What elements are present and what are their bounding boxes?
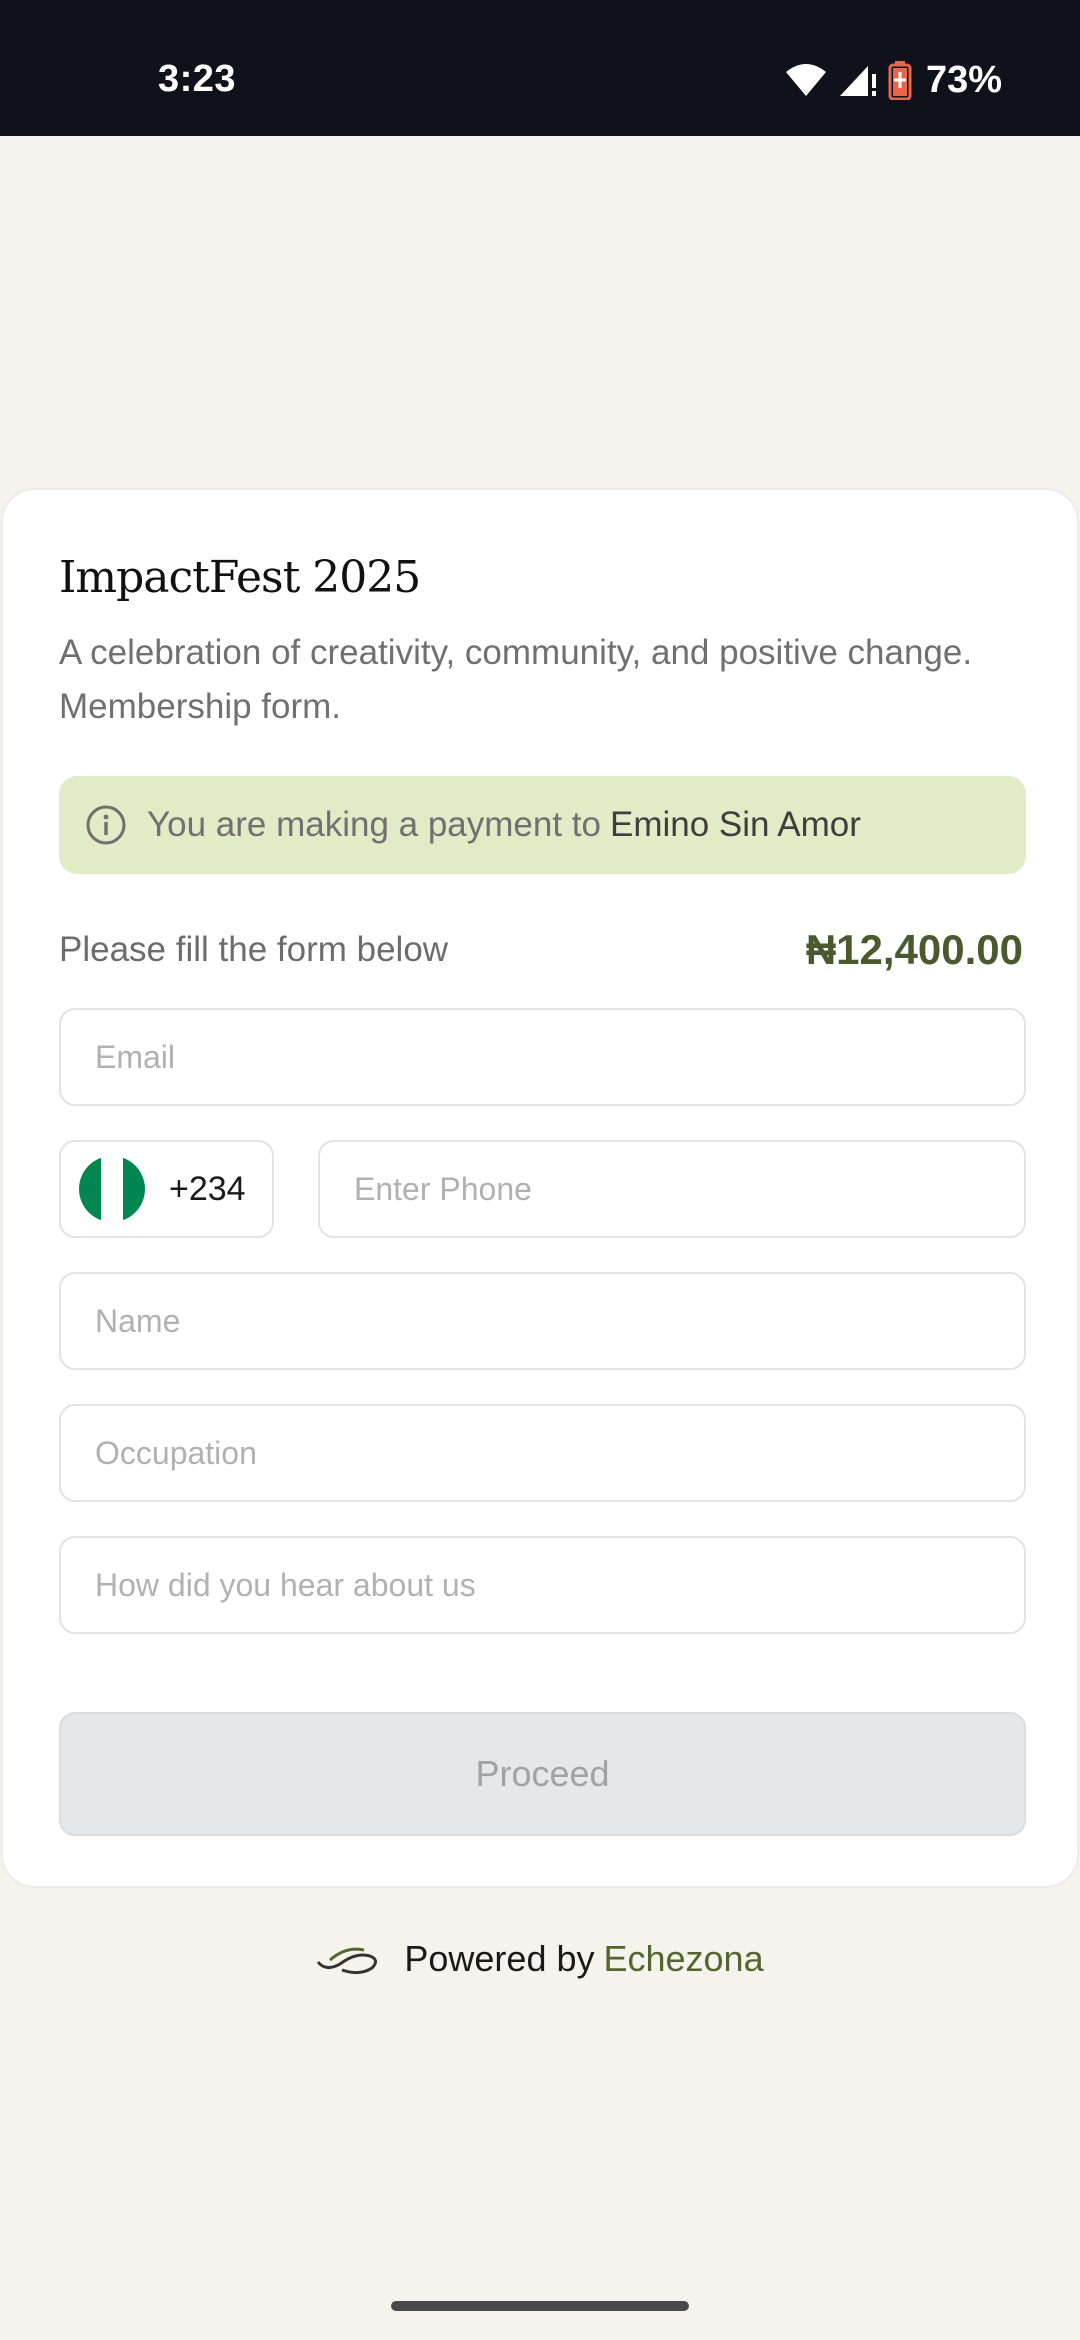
email-field[interactable]: Email: [59, 1008, 1026, 1106]
status-icons: 73%: [784, 56, 1002, 104]
info-icon: [85, 804, 127, 846]
payment-amount: ₦12,400.00: [805, 926, 1023, 973]
phone-placeholder: Enter Phone: [354, 1170, 532, 1207]
status-bar: 3:23 73%: [0, 0, 1080, 136]
form-card: ImpactFest 2025 A celebration of creativ…: [1, 488, 1079, 1888]
proceed-button[interactable]: Proceed: [59, 1712, 1026, 1836]
country-code: +234: [169, 1169, 246, 1208]
page-title: ImpactFest 2025: [59, 552, 421, 603]
echezona-logo-icon: [316, 1942, 382, 1976]
brand-link[interactable]: Echezona: [603, 1938, 763, 1980]
notice-text: You are making a payment to: [147, 805, 601, 844]
country-code-selector[interactable]: +234: [59, 1140, 274, 1238]
signal-icon: [838, 62, 878, 98]
referral-placeholder: How did you hear about us: [95, 1566, 476, 1603]
powered-by-footer: Powered by Echezona: [0, 1938, 1080, 1980]
occupation-placeholder: Occupation: [95, 1434, 257, 1471]
payee-name: Emino Sin Amor: [610, 805, 861, 844]
occupation-field[interactable]: Occupation: [59, 1404, 1026, 1502]
nigeria-flag-icon: [79, 1156, 145, 1222]
fill-form-label: Please fill the form below: [59, 930, 449, 969]
battery-percent: 73%: [925, 58, 1002, 101]
powered-by-text: Powered by: [404, 1938, 595, 1979]
page-subtitle: A celebration of creativity, community, …: [59, 633, 973, 726]
name-field[interactable]: Name: [59, 1272, 1026, 1370]
payment-notice: You are making a payment to Emino Sin Am…: [59, 776, 1026, 874]
name-placeholder: Name: [95, 1302, 181, 1339]
phone-field[interactable]: Enter Phone: [318, 1140, 1026, 1238]
battery-icon: [888, 60, 912, 100]
referral-source-field[interactable]: How did you hear about us: [59, 1536, 1026, 1634]
wifi-icon: [784, 62, 828, 98]
status-time: 3:23: [158, 58, 237, 100]
email-placeholder: Email: [95, 1038, 176, 1075]
home-indicator[interactable]: [391, 2301, 689, 2311]
